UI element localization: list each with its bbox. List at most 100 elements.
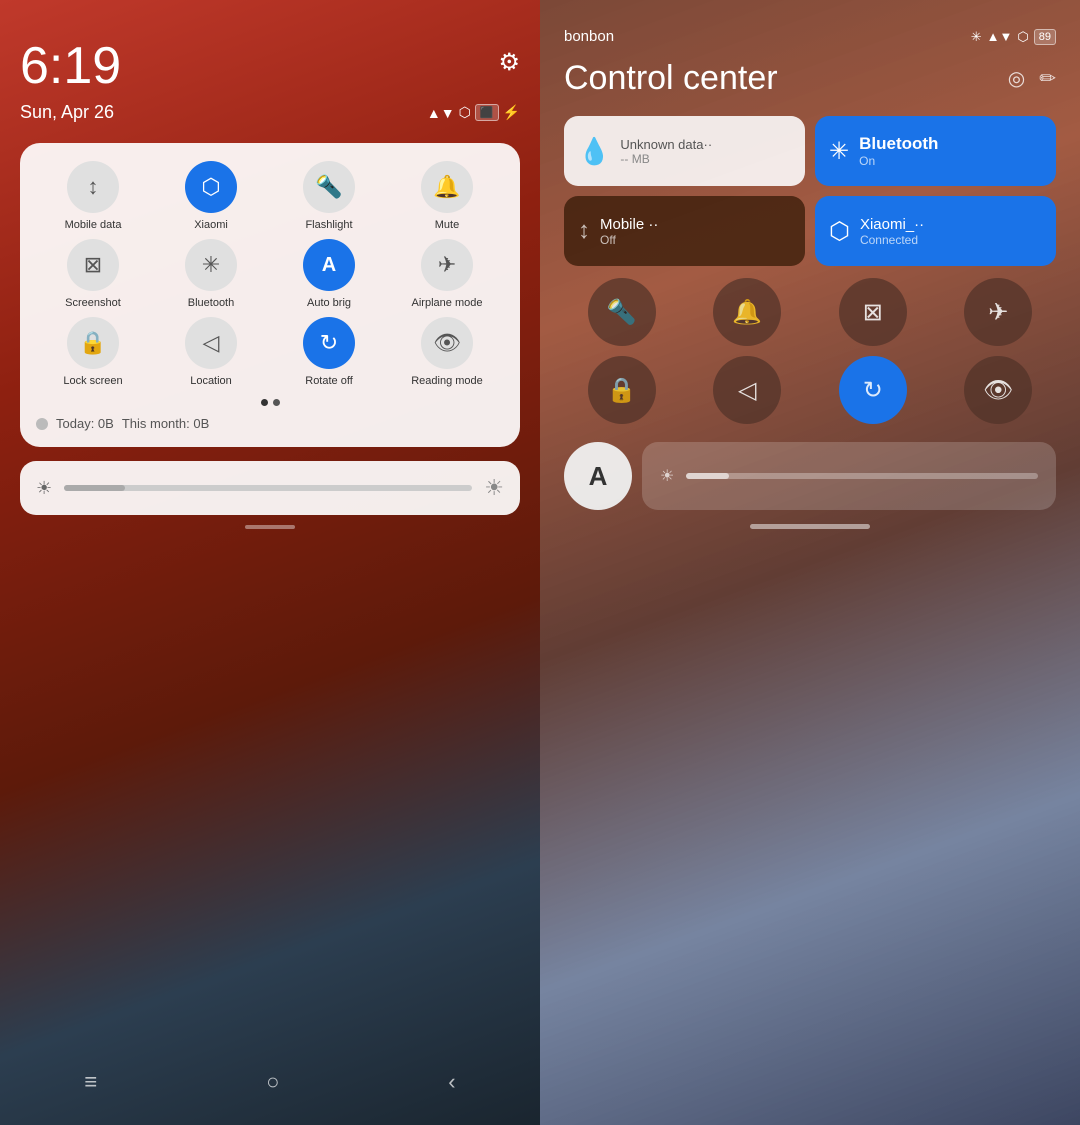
airplane-btn[interactable]: ✈ [964, 278, 1032, 346]
toggle-mobile-data[interactable]: ↕ Mobile data [36, 161, 150, 231]
bluetooth-tile-icon: ✳ [829, 137, 849, 166]
home-indicator[interactable] [750, 524, 870, 529]
data-month: This month: 0B [122, 416, 209, 431]
auto-brightness-btn[interactable]: A [564, 442, 632, 510]
wifi-toggle-icon[interactable]: ⬡ [185, 161, 237, 213]
bottom-controls: A ☀ [564, 442, 1056, 510]
flashlight-label: Flashlight [305, 219, 352, 231]
toggle-lock-screen[interactable]: 🔒 Lock screen [36, 317, 150, 387]
toggle-bluetooth[interactable]: ✳ Bluetooth [154, 239, 268, 309]
location-btn[interactable]: ◁ [713, 356, 781, 424]
rotate-icon[interactable]: ↻ [303, 317, 355, 369]
toggle-auto-bright[interactable]: A Auto brig [272, 239, 386, 309]
bluetooth-tile[interactable]: ✳ Bluetooth On [815, 116, 1056, 186]
left-signal-icons: ▲▼ ⬡ ⬛ ⚡ [427, 104, 520, 121]
right-brightness-bar[interactable] [686, 473, 1038, 479]
right-brightness-card[interactable]: ☀ [642, 442, 1056, 510]
screenshot-icon[interactable]: ⊠ [67, 239, 119, 291]
toggle-rotate[interactable]: ↻ Rotate off [272, 317, 386, 387]
cc-title: Control center [564, 59, 778, 98]
auto-bright-icon[interactable]: A [303, 239, 355, 291]
mobile-data-icon[interactable]: ↕ [67, 161, 119, 213]
toggle-wifi[interactable]: ⬡ Xiaomi [154, 161, 268, 231]
reading-icon[interactable]: 👁 [421, 317, 473, 369]
mobile-tile[interactable]: ↕ Mobile ·· Off [564, 196, 805, 266]
data-indicator [36, 418, 48, 430]
data-today: Today: 0B [56, 416, 114, 431]
airplane-icon[interactable]: ✈ [421, 239, 473, 291]
screenshot-label: Screenshot [65, 297, 121, 309]
nav-home-button[interactable]: ○ [266, 1069, 279, 1095]
wifi-label: Xiaomi [194, 219, 228, 231]
data-tile-sub: -- MB [620, 152, 712, 166]
brightness-fill [64, 485, 125, 491]
airplane-label: Airplane mode [412, 297, 483, 309]
network-tiles-row2: ↕ Mobile ·· Off ⬡ Xiaomi_·· Connected [564, 196, 1056, 266]
battery-indicator: 89 [1034, 29, 1056, 45]
dot-2 [273, 399, 280, 406]
mobile-tile-text: Mobile ·· Off [600, 216, 658, 247]
lock-label: Lock screen [63, 375, 122, 387]
mute-btn[interactable]: 🔔 [713, 278, 781, 346]
wifi-status-icon: ⬡ [1017, 29, 1028, 45]
page-dots [36, 399, 504, 406]
toggle-screenshot[interactable]: ⊠ Screenshot [36, 239, 150, 309]
nav-menu-button[interactable]: ≡ [84, 1069, 97, 1095]
rotate-label: Rotate off [305, 375, 353, 387]
data-tile[interactable]: 💧 Unknown data·· -- MB [564, 116, 805, 186]
reading-btn[interactable]: 👁 [964, 356, 1032, 424]
mobile-tile-sub: Off [600, 233, 658, 247]
mobile-tile-icon: ↕ [578, 217, 590, 245]
cc-edit-icon[interactable]: ✏ [1039, 66, 1056, 91]
brightness-low-icon: ☀ [36, 478, 52, 499]
mobile-data-label: Mobile data [65, 219, 122, 231]
small-icon-grid-row2: 🔒 ◁ ↻ 👁 [564, 356, 1056, 424]
toggle-mute[interactable]: 🔔 Mute [390, 161, 504, 231]
bottom-nav: ≡ ○ ‹ [0, 1069, 540, 1095]
location-icon[interactable]: ◁ [185, 317, 237, 369]
wifi-tile[interactable]: ⬡ Xiaomi_·· Connected [815, 196, 1056, 266]
auto-bright-label: Auto brig [307, 297, 351, 309]
right-panel: bonbon ✳ ▲▼ ⬡ 89 Control center ◎ ✏ 💧 Un… [540, 0, 1080, 1125]
data-tile-text: Unknown data·· -- MB [620, 137, 712, 166]
left-status-bar: 6:19 ⚙ [20, 40, 520, 92]
flashlight-btn[interactable]: 🔦 [588, 278, 656, 346]
bluetooth-status-icon: ✳ [971, 29, 982, 45]
right-status-bar: bonbon ✳ ▲▼ ⬡ 89 [564, 28, 1056, 45]
quick-toggles-grid: ↕ Mobile data ⬡ Xiaomi 🔦 Flashlight 🔔 Mu… [36, 161, 504, 387]
flashlight-icon[interactable]: 🔦 [303, 161, 355, 213]
left-date-row: Sun, Apr 26 ▲▼ ⬡ ⬛ ⚡ [20, 102, 520, 123]
bluetooth-tile-sub: On [859, 154, 938, 168]
toggle-flashlight[interactable]: 🔦 Flashlight [272, 161, 386, 231]
wifi-tile-text: Xiaomi_·· Connected [860, 216, 924, 247]
mute-icon[interactable]: 🔔 [421, 161, 473, 213]
signal-bars-icon: ▲▼ [427, 105, 455, 121]
cc-header-actions: ◎ ✏ [1008, 66, 1056, 91]
bolt-icon: ⚡ [503, 104, 520, 121]
control-card: ↕ Mobile data ⬡ Xiaomi 🔦 Flashlight 🔔 Mu… [20, 143, 520, 447]
bluetooth-icon[interactable]: ✳ [185, 239, 237, 291]
screenshot-btn[interactable]: ⊠ [839, 278, 907, 346]
lock-btn[interactable]: 🔒 [588, 356, 656, 424]
toggle-reading[interactable]: 👁 Reading mode [390, 317, 504, 387]
left-date: Sun, Apr 26 [20, 102, 114, 123]
network-tiles-row1: 💧 Unknown data·· -- MB ✳ Bluetooth On [564, 116, 1056, 186]
mobile-tile-main: Mobile ·· [600, 216, 658, 233]
right-status-icons: ✳ ▲▼ ⬡ 89 [971, 29, 1056, 45]
data-tile-main: Unknown data·· [620, 137, 712, 152]
nav-back-button[interactable]: ‹ [448, 1069, 455, 1095]
lock-icon[interactable]: 🔒 [67, 317, 119, 369]
wifi-tile-main: Xiaomi_·· [860, 216, 924, 233]
signal-status-icon: ▲▼ [987, 29, 1013, 44]
toggle-airplane[interactable]: ✈ Airplane mode [390, 239, 504, 309]
small-icon-grid-row1: 🔦 🔔 ⊠ ✈ [564, 278, 1056, 346]
cc-settings-icon[interactable]: ◎ [1008, 66, 1025, 91]
gear-icon[interactable]: ⚙ [498, 48, 520, 77]
reading-label: Reading mode [411, 375, 483, 387]
brightness-bar[interactable] [64, 485, 472, 491]
brightness-card[interactable]: ☀ ☀ [20, 461, 520, 515]
rotate-btn[interactable]: ↻ [839, 356, 907, 424]
battery-icon: ⬛ [475, 104, 499, 121]
toggle-location[interactable]: ◁ Location [154, 317, 268, 387]
wifi-tile-icon: ⬡ [829, 217, 850, 246]
